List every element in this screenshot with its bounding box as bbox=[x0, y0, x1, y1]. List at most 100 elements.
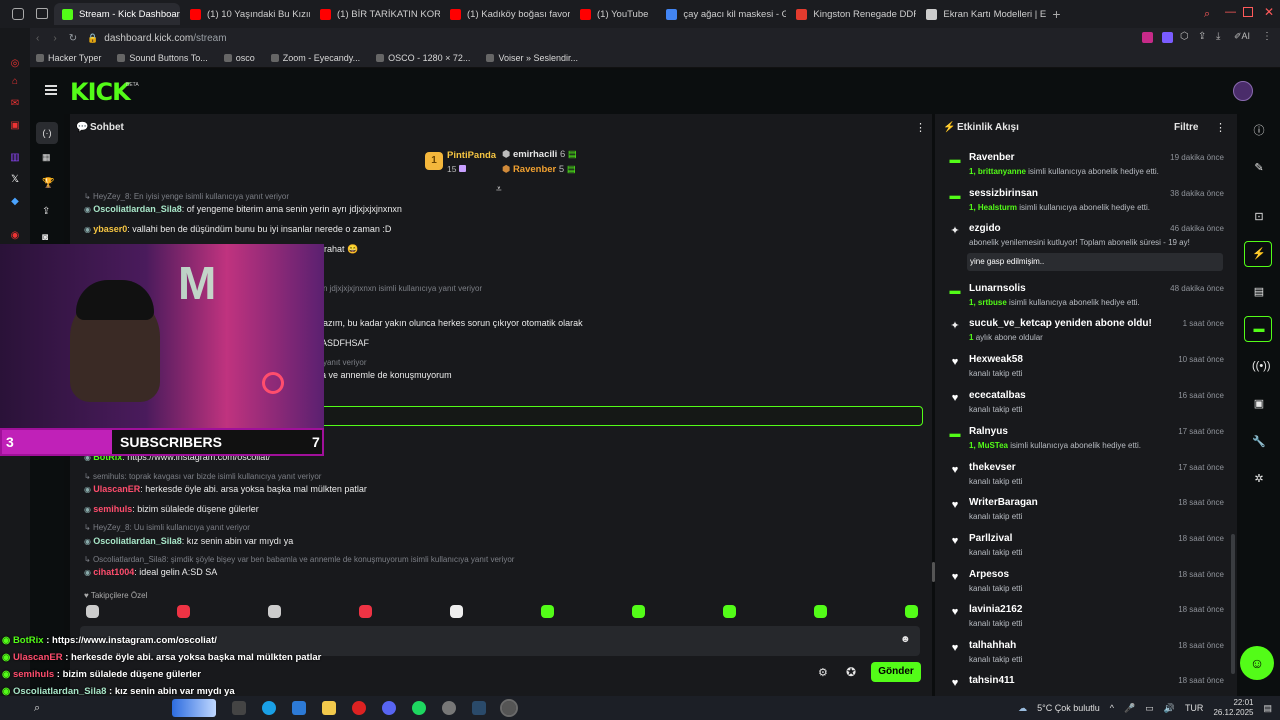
chat-message[interactable]: k lazım, bu kadar yakın olunca herkes so… bbox=[314, 318, 583, 328]
activity-name[interactable]: Ravenber bbox=[969, 152, 1015, 163]
activity-item[interactable]: ▬ Lunarnsolis 48 dakika önce 1, srtbuse isi… bbox=[947, 283, 1227, 317]
reload-icon[interactable]: ↻ bbox=[69, 33, 77, 44]
support-chat-button[interactable]: ☺ bbox=[1240, 646, 1274, 680]
upload-icon[interactable]: ⇪ bbox=[42, 206, 50, 217]
opera-icon[interactable]: ◎ bbox=[9, 58, 21, 70]
collapse-icon[interactable]: ⩡ bbox=[496, 184, 502, 195]
activity-scrollbar[interactable] bbox=[1231, 534, 1235, 674]
recipient-name[interactable]: Healsturm bbox=[978, 203, 1017, 212]
discord-icon[interactable] bbox=[382, 701, 397, 715]
activity-item[interactable]: ♥ thekevser 17 saat önce kanalı takip etti bbox=[947, 462, 1227, 496]
twitch-icon[interactable]: ▥ bbox=[9, 152, 21, 164]
dashboard-nav-icon[interactable]: ▦ bbox=[42, 152, 51, 163]
activity-item[interactable]: ♥ lavinia2162 18 saat önce kanalı takip ett… bbox=[947, 604, 1227, 638]
activity-item[interactable]: ♥ talhahhah 18 saat önce kanalı takip etti bbox=[947, 640, 1227, 674]
emote-icon[interactable] bbox=[541, 605, 554, 618]
menu-icon[interactable]: ⋮ bbox=[1262, 31, 1272, 42]
back-icon[interactable]: ‹ bbox=[36, 33, 39, 44]
activity-item[interactable]: ✦ ezgido 46 dakika önce abonelik yenilemesi… bbox=[947, 223, 1227, 271]
wrench-icon[interactable]: 🔧 bbox=[1252, 435, 1266, 449]
activity-name[interactable]: Lunarnsolis bbox=[969, 283, 1026, 294]
activity-item[interactable]: ♥ Arpesos 18 saat önce kanalı takip etti bbox=[947, 569, 1227, 603]
emote-icon[interactable] bbox=[632, 605, 645, 618]
third-gifter[interactable]: ⬢ Ravenber 5 ▤ bbox=[502, 164, 576, 175]
messenger-icon[interactable]: ✉ bbox=[9, 98, 21, 110]
browser-tab[interactable]: (1) YouTube bbox=[572, 3, 656, 25]
activity-options-icon[interactable]: ⋮ bbox=[1215, 121, 1226, 134]
bookmark-item[interactable]: Sound Buttons To... bbox=[117, 53, 208, 63]
activity-name[interactable]: sessizbirinsan bbox=[969, 188, 1038, 199]
mic-icon[interactable]: 🎤 bbox=[1124, 703, 1135, 714]
hamburger-menu-icon[interactable] bbox=[45, 85, 57, 87]
steam-icon[interactable] bbox=[472, 701, 487, 715]
chat-message[interactable]: ◉ cihat1004: ideal gelin A:SD SA bbox=[84, 567, 217, 577]
stream-nav-icon[interactable]: (·) bbox=[36, 122, 58, 144]
edit-icon[interactable]: ✎ bbox=[1252, 161, 1266, 175]
chat-options-icon[interactable]: ⋮ bbox=[915, 121, 926, 134]
opera-taskbar-icon[interactable] bbox=[352, 701, 367, 715]
top-gifter-name[interactable]: PintiPanda bbox=[447, 150, 496, 161]
chat-message[interactable]: ◉ Oscoliatlardan_Sila8: kız senin abin v… bbox=[84, 536, 293, 546]
download-icon[interactable]: ⤓ bbox=[1216, 31, 1220, 42]
emoji-icon[interactable]: ☻ bbox=[900, 634, 911, 645]
activity-item[interactable]: ♥ ececatalbas 16 saat önce kanalı takip ett… bbox=[947, 390, 1227, 424]
activity-item[interactable]: ♥ Hexweak58 10 saat önce kanalı takip etti bbox=[947, 354, 1227, 388]
extension-icon[interactable] bbox=[1162, 32, 1173, 43]
notification-icon[interactable]: ▤ bbox=[1263, 703, 1272, 714]
workspaces-icon[interactable] bbox=[12, 8, 24, 20]
edge-icon[interactable] bbox=[262, 701, 277, 715]
extension-icon[interactable] bbox=[1142, 32, 1153, 43]
tray-arrow-icon[interactable]: ^ bbox=[1110, 703, 1114, 713]
activity-name[interactable]: Ralnyus bbox=[969, 426, 1008, 437]
chat-username[interactable]: ybaser0 bbox=[93, 224, 127, 234]
maximize-button[interactable] bbox=[1243, 7, 1253, 17]
minimize-button[interactable]: — bbox=[1225, 6, 1236, 18]
chat-username[interactable]: Oscoliatlardan_Sila8 bbox=[93, 536, 182, 546]
opera-gx-icon[interactable] bbox=[500, 699, 519, 717]
emote-icon[interactable] bbox=[723, 605, 736, 618]
emote-icon[interactable] bbox=[814, 605, 827, 618]
info-icon[interactable]: ⓘ bbox=[1252, 124, 1266, 138]
send-button[interactable]: Gönder bbox=[871, 662, 921, 682]
forward-icon[interactable]: › bbox=[53, 33, 56, 44]
chat-username[interactable]: Oscoliatlardan_Sila8 bbox=[93, 204, 182, 214]
spotify-icon[interactable] bbox=[412, 701, 427, 715]
chat-username[interactable]: UlascanER bbox=[93, 484, 140, 494]
recipient-name[interactable]: brittanyanne bbox=[978, 167, 1026, 176]
ai-icon[interactable]: ✐AI bbox=[1234, 31, 1250, 42]
clock[interactable]: 22:01 26.12.2025 bbox=[1213, 698, 1253, 718]
close-button[interactable]: ✕ bbox=[1264, 5, 1274, 19]
browser-tab[interactable]: çay ağacı kil maskesi - Go bbox=[658, 3, 786, 25]
document-icon[interactable]: ▤ bbox=[1252, 285, 1266, 299]
avatar[interactable] bbox=[1233, 81, 1253, 101]
activity-name[interactable]: Arpesos bbox=[969, 569, 1009, 580]
bot-icon[interactable]: ✪ bbox=[846, 665, 856, 679]
bookmark-item[interactable]: OSCO - 1280 × 72... bbox=[376, 53, 470, 63]
extensions-icon[interactable]: ⬡ bbox=[1180, 31, 1189, 42]
network-icon[interactable]: ▭ bbox=[1145, 703, 1154, 714]
activity-name[interactable]: Hexweak58 bbox=[969, 354, 1023, 365]
chat-message[interactable]: nla ve annemle de konuşmuyorum bbox=[314, 370, 452, 380]
activity-item[interactable]: ▬ Ralnyus 17 saat önce 1, MuSTea isimli kul… bbox=[947, 426, 1227, 460]
activity-item[interactable]: ♥ WriterBaragan 18 saat önce kanalı takip e… bbox=[947, 497, 1227, 531]
task-view-icon[interactable] bbox=[232, 701, 247, 715]
activity-item[interactable]: ♥ Parllzival 18 saat önce kanalı takip etti bbox=[947, 533, 1227, 567]
folder-icon[interactable] bbox=[322, 701, 337, 715]
trophy-icon[interactable]: 🏆 bbox=[42, 178, 54, 189]
bookmark-item[interactable]: Zoom - Eyecandy... bbox=[270, 53, 360, 63]
bookmark-item[interactable]: osco bbox=[223, 53, 255, 63]
browser-tab[interactable]: Ekran Kartı Modelleri | En bbox=[918, 3, 1046, 25]
activity-name[interactable]: Parllzival bbox=[969, 533, 1012, 544]
emote-icon[interactable] bbox=[359, 605, 372, 618]
recipient-name[interactable]: MuSTea bbox=[978, 441, 1008, 450]
kick-logo[interactable]: KICK bbox=[70, 78, 131, 106]
emote-icon[interactable] bbox=[268, 605, 281, 618]
chat-message[interactable]: ◉ Oscoliatlardan_Sila8: of yengeme biter… bbox=[84, 204, 402, 214]
activity-name[interactable]: thekevser bbox=[969, 462, 1016, 473]
emote-icon[interactable] bbox=[86, 605, 99, 618]
chat-message[interactable]: ◉ semihuls: bizim sülalede düşene gülerl… bbox=[84, 504, 259, 514]
player-icon[interactable]: ◉ bbox=[9, 230, 21, 242]
activity-name[interactable]: talhahhah bbox=[969, 640, 1016, 651]
settings-icon[interactable]: ⚙ bbox=[818, 666, 828, 679]
browser-tab[interactable]: (1) BİR TARİKATIN KORKU bbox=[312, 3, 440, 25]
